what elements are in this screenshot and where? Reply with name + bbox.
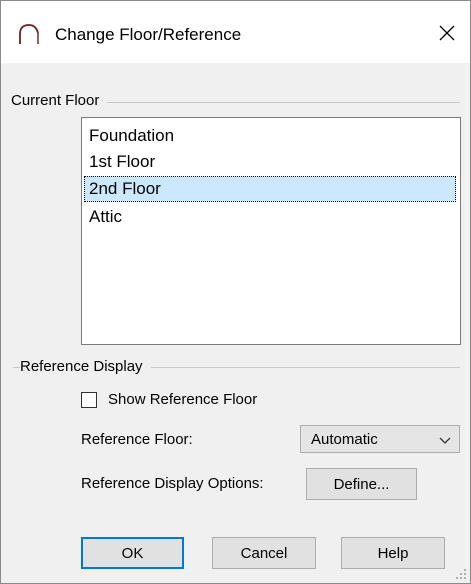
close-icon bbox=[439, 25, 455, 41]
list-item-foundation[interactable]: Foundation bbox=[84, 123, 456, 149]
cancel-button[interactable]: Cancel bbox=[212, 537, 316, 569]
help-button[interactable]: Help bbox=[341, 537, 445, 569]
list-item-2nd-floor[interactable]: 2nd Floor bbox=[84, 176, 456, 202]
chevron-down-icon bbox=[439, 437, 451, 444]
reference-floor-label: Reference Floor: bbox=[81, 431, 193, 448]
reference-display-label: Reference Display bbox=[20, 358, 151, 375]
reference-floor-select[interactable]: Automatic bbox=[300, 425, 460, 453]
resize-grip-icon[interactable] bbox=[455, 568, 467, 580]
reference-floor-value: Automatic bbox=[311, 431, 378, 448]
arch-icon bbox=[19, 24, 39, 44]
show-reference-checkbox[interactable] bbox=[81, 391, 97, 408]
list-item-attic[interactable]: Attic bbox=[84, 204, 456, 230]
close-button[interactable] bbox=[424, 13, 470, 53]
title-bar: Change Floor/Reference bbox=[1, 1, 470, 63]
show-reference-label[interactable]: Show Reference Floor bbox=[108, 391, 257, 408]
define-button[interactable]: Define... bbox=[306, 468, 417, 500]
show-reference-row[interactable]: Show Reference Floor bbox=[81, 391, 257, 408]
dialog-title: Change Floor/Reference bbox=[55, 25, 242, 44]
change-floor-dialog: Change Floor/Reference Current Floor Fou… bbox=[0, 0, 471, 584]
display-options-label: Reference Display Options: bbox=[81, 475, 264, 492]
floor-listbox[interactable]: Foundation 1st Floor 2nd Floor Attic bbox=[81, 117, 461, 345]
ok-button[interactable]: OK bbox=[81, 537, 184, 569]
list-item-1st-floor[interactable]: 1st Floor bbox=[84, 149, 456, 175]
current-floor-label: Current Floor bbox=[11, 92, 108, 109]
